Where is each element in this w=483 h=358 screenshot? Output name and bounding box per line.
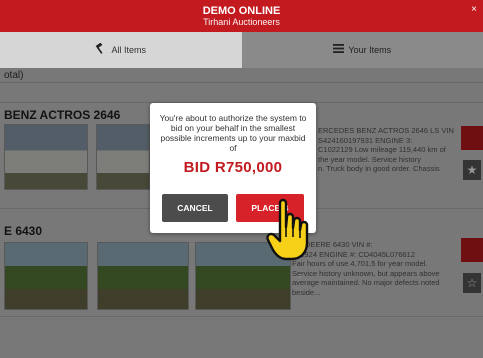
gavel-icon: [95, 42, 107, 57]
cancel-button[interactable]: CANCEL: [162, 194, 228, 222]
app-header: DEMO ONLINE Tirhani Auctioneers ×: [0, 0, 483, 32]
hand-pointer-icon: [266, 198, 309, 261]
tab-your-items-label: Your Items: [348, 45, 392, 55]
bid-amount: BID R750,000: [183, 159, 283, 176]
app-title: DEMO ONLINE: [202, 5, 281, 17]
tab-all-items-label: All Items: [111, 45, 146, 55]
dialog-message: You're about to authorize the system to …: [159, 113, 307, 153]
tab-all-items[interactable]: All Items: [0, 32, 242, 68]
tab-bar: All Items Your Items: [0, 32, 483, 68]
tab-your-items[interactable]: Your Items: [241, 32, 483, 68]
app-subtitle: Tirhani Auctioneers: [203, 17, 280, 27]
close-icon[interactable]: ×: [471, 4, 477, 15]
list-icon: [333, 44, 345, 56]
